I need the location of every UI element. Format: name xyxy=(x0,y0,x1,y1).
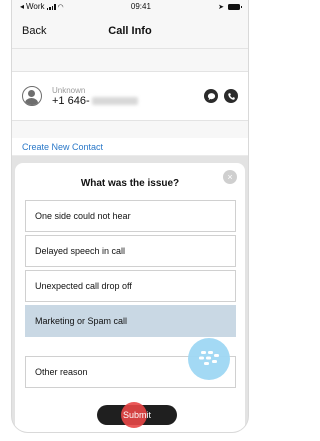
submit-button[interactable]: Submit xyxy=(97,402,177,428)
issue-options-list: One side could not hear Delayed speech i… xyxy=(25,200,236,340)
option-one-side-could-not-hear[interactable]: One side could not hear xyxy=(25,200,236,232)
status-time: 09:41 xyxy=(130,2,151,11)
redacted-number xyxy=(91,96,138,105)
create-new-contact-link[interactable]: Create New Contact xyxy=(12,138,248,156)
status-left: ◂ Work ◠ xyxy=(20,2,64,11)
option-unexpected-call-drop[interactable]: Unexpected call drop off xyxy=(25,270,236,302)
back-button[interactable]: Back xyxy=(22,25,46,37)
contact-row: Unknown +1 646- xyxy=(12,71,248,121)
blackberry-floating-button[interactable] xyxy=(188,338,230,380)
status-bar: ◂ Work ◠ 09:41 ➤ xyxy=(12,0,248,13)
message-button[interactable] xyxy=(204,89,218,103)
issue-report-sheet: × What was the issue? One side could not… xyxy=(15,163,245,432)
back-to-app-icon: ◂ xyxy=(20,2,25,11)
option-marketing-or-spam[interactable]: Marketing or Spam call xyxy=(25,305,236,337)
battery-icon xyxy=(228,3,242,10)
blackberry-logo-icon xyxy=(199,351,219,365)
wifi-icon: ◠ xyxy=(57,3,64,11)
status-right: ➤ xyxy=(218,3,242,11)
location-icon: ➤ xyxy=(218,3,224,11)
contact-actions xyxy=(204,89,238,103)
phone-number-text: +1 646- xyxy=(52,94,90,107)
avatar-icon xyxy=(22,86,42,106)
call-button[interactable] xyxy=(224,89,238,103)
navigation-bar: Back Call Info xyxy=(12,13,248,49)
phone-icon xyxy=(227,92,235,100)
contact-number: +1 646- xyxy=(52,95,204,107)
contact-name: Unknown xyxy=(52,85,86,95)
carrier-label: Work xyxy=(26,2,45,11)
signal-icon xyxy=(46,3,56,10)
option-delayed-speech[interactable]: Delayed speech in call xyxy=(25,235,236,267)
sheet-title: What was the issue? xyxy=(80,178,180,189)
phone-screen: ◂ Work ◠ 09:41 ➤ Back Call Info Unknown … xyxy=(12,0,248,432)
contact-details: Unknown +1 646- xyxy=(52,86,204,107)
message-icon xyxy=(207,92,215,100)
submit-label: Submit xyxy=(122,410,151,420)
page-title: Call Info xyxy=(108,24,152,37)
